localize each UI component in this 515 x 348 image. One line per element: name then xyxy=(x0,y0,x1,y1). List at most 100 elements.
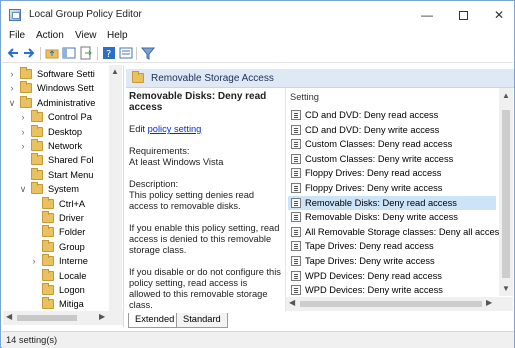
toolbar-separator xyxy=(97,47,98,60)
chevron-down-icon[interactable]: ∨ xyxy=(18,182,28,196)
list-item-label: All Removable Storage classes: Deny all … xyxy=(305,226,504,237)
help-icon[interactable]: ? xyxy=(102,46,116,60)
back-arrow-icon[interactable] xyxy=(6,46,20,60)
chevron-right-icon[interactable]: › xyxy=(29,254,39,268)
list-item[interactable]: Tape Drives: Deny read access xyxy=(288,239,496,253)
policy-setting-icon xyxy=(291,168,301,179)
tree-item[interactable]: Group xyxy=(3,239,109,254)
list-item[interactable]: CD and DVD: Deny read access xyxy=(288,108,496,122)
list-item[interactable]: Custom Classes: Deny write access xyxy=(288,152,496,166)
requirements-label: Requirements: xyxy=(129,146,190,156)
list-item[interactable]: CD and DVD: Deny write access xyxy=(288,123,496,137)
tree-item-label: Software Setti xyxy=(37,69,95,79)
list-item[interactable]: WPD Devices: Deny read access xyxy=(288,269,496,283)
policy-setting-icon xyxy=(291,183,301,193)
scroll-up-icon[interactable]: ▲ xyxy=(111,67,119,76)
tree-item-label: Folder xyxy=(59,227,86,238)
chevron-down-icon[interactable]: ∨ xyxy=(7,96,17,110)
edit-prefix: Edit xyxy=(129,124,148,134)
tree-item-label: Desktop xyxy=(48,126,83,137)
menu-action[interactable]: Action xyxy=(36,30,64,41)
minimize-button[interactable]: — xyxy=(412,5,442,25)
policy-description-pane: Removable Disks: Deny read access Edit p… xyxy=(129,91,281,310)
menu-view[interactable]: View xyxy=(75,30,97,41)
tree-item[interactable]: › Windows Sett xyxy=(3,81,109,95)
tree-horizontal-scrollbar[interactable]: ◀ ▶ xyxy=(3,311,123,325)
folder-icon xyxy=(42,297,54,310)
tree-item-label: Start Menu xyxy=(48,169,94,180)
chevron-right-icon[interactable]: › xyxy=(18,139,28,153)
tree-item[interactable]: Ctrl+A xyxy=(3,196,109,211)
setting-column-header[interactable]: Setting xyxy=(290,92,319,102)
list-item-label: Custom Classes: Deny read access xyxy=(305,139,453,150)
folder-icon xyxy=(42,239,54,252)
list-item[interactable]: WPD Devices: Deny write access xyxy=(288,283,496,297)
view-tabs: Extended Standard xyxy=(126,313,514,329)
requirements-value: At least Windows Vista xyxy=(129,157,224,167)
tree-item[interactable]: › Software Setti xyxy=(3,67,109,81)
forward-arrow-icon[interactable] xyxy=(22,46,36,60)
folder-icon xyxy=(42,196,54,209)
list-item[interactable]: All Removable Storage classes: Deny all … xyxy=(288,225,504,239)
tree-item[interactable]: Folder xyxy=(3,225,109,239)
tab-standard[interactable]: Standard xyxy=(176,313,228,328)
policy-setting-icon xyxy=(291,226,301,237)
folder-icon xyxy=(31,139,43,151)
scroll-right-icon[interactable]: ▶ xyxy=(486,298,492,307)
menu-help[interactable]: Help xyxy=(107,30,128,41)
chevron-right-icon[interactable]: › xyxy=(7,67,17,81)
toolbar-separator xyxy=(40,47,41,60)
folder-icon xyxy=(42,254,54,267)
tree-item[interactable]: › Network xyxy=(3,139,109,153)
tree-vertical-scrollbar[interactable]: ▲ xyxy=(109,65,122,311)
maximize-button[interactable] xyxy=(448,5,478,25)
chevron-right-icon[interactable]: › xyxy=(18,125,28,139)
tree-pane: › Software Setti › Windows Sett ∨ Administrat… xyxy=(3,65,124,327)
scroll-right-icon[interactable]: ▶ xyxy=(99,312,105,321)
scroll-thumb[interactable] xyxy=(502,110,510,278)
folder-icon xyxy=(42,283,54,295)
scroll-thumb[interactable] xyxy=(17,315,77,321)
scroll-thumb[interactable] xyxy=(300,301,482,307)
export-list-icon[interactable] xyxy=(79,46,93,60)
properties-icon[interactable] xyxy=(119,46,133,60)
scroll-up-icon[interactable]: ▲ xyxy=(502,91,510,100)
tree-item[interactable]: Shared Fol xyxy=(3,153,109,167)
tree-item[interactable]: Mitiga xyxy=(3,297,109,311)
tree-item-label: System xyxy=(48,184,79,195)
tree-item[interactable]: ∨ Administrative xyxy=(3,95,109,110)
description-label: Description: xyxy=(129,179,179,189)
list-item[interactable]: Floppy Drives: Deny read access xyxy=(288,166,496,180)
list-item[interactable]: Floppy Drives: Deny write access xyxy=(288,181,496,195)
close-button[interactable]: ✕ xyxy=(484,5,514,25)
tree-item[interactable]: › Interne xyxy=(3,254,109,268)
tab-extended[interactable]: Extended xyxy=(128,313,182,328)
tree-item[interactable]: ∨ System xyxy=(3,182,109,196)
list-item[interactable]: Custom Classes: Deny read access xyxy=(288,137,496,151)
list-item[interactable]: Removable Disks: Deny write access xyxy=(288,210,496,224)
list-vertical-scrollbar[interactable]: ▲ ▼ xyxy=(499,88,513,296)
tree-item[interactable]: Locale xyxy=(3,268,109,283)
filter-icon[interactable] xyxy=(141,46,155,60)
scroll-down-icon[interactable]: ▼ xyxy=(502,284,510,293)
enable-text: If you enable this policy setting, read … xyxy=(129,223,280,255)
tree-item[interactable]: Driver xyxy=(3,211,109,225)
tree-item[interactable]: Logon xyxy=(3,283,109,297)
policy-setting-link[interactable]: policy setting xyxy=(148,124,202,134)
show-hide-tree-icon[interactable] xyxy=(62,46,76,60)
scroll-left-icon[interactable]: ◀ xyxy=(6,312,12,321)
scroll-left-icon[interactable]: ◀ xyxy=(289,298,295,307)
tree-item[interactable]: › Desktop xyxy=(3,124,109,139)
up-folder-icon[interactable] xyxy=(45,46,59,60)
list-item[interactable]: Tape Drives: Deny write access xyxy=(288,254,496,268)
chevron-right-icon[interactable]: › xyxy=(7,81,17,95)
list-horizontal-scrollbar[interactable]: ◀ ▶ xyxy=(286,297,513,311)
tree-item-label: Windows Sett xyxy=(37,83,94,94)
chevron-right-icon[interactable]: › xyxy=(18,110,28,124)
list-item[interactable]: Removable Disks: Deny read access xyxy=(288,195,496,210)
menu-file[interactable]: File xyxy=(9,30,25,41)
tree-item[interactable]: Start Menu xyxy=(3,167,109,182)
tree-item[interactable]: › Control Pa xyxy=(3,110,109,124)
list-item-label: Tape Drives: Deny read access xyxy=(305,241,434,252)
list-item-label: Removable Disks: Deny read access xyxy=(305,197,457,208)
